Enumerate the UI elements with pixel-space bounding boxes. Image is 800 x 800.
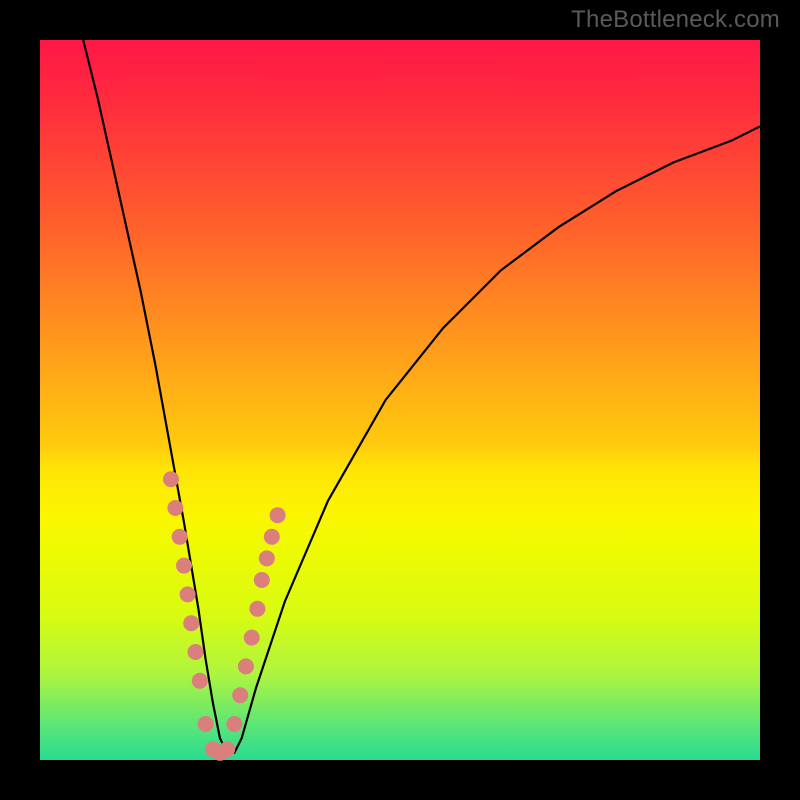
marker-dot (259, 550, 275, 566)
marker-dot (254, 572, 270, 588)
marker-dot (226, 716, 242, 732)
marker-dot (249, 601, 265, 617)
marker-dot (219, 741, 235, 757)
marker-dot (232, 687, 248, 703)
marker-dot (167, 500, 183, 516)
marker-dot (192, 673, 208, 689)
marker-dot (180, 586, 196, 602)
marker-dot (183, 615, 199, 631)
marker-dot (198, 716, 214, 732)
marker-dot (264, 529, 280, 545)
marker-dot (244, 630, 260, 646)
marker-dot (172, 529, 188, 545)
curve-layer (40, 40, 760, 760)
marker-dot (270, 507, 286, 523)
marker-dot (163, 471, 179, 487)
chart-frame: TheBottleneck.com (0, 0, 800, 800)
marker-dot (188, 644, 204, 660)
highlighted-markers (163, 471, 286, 761)
plot-area (40, 40, 760, 760)
marker-dot (176, 558, 192, 574)
watermark-text: TheBottleneck.com (571, 6, 780, 34)
marker-dot (238, 658, 254, 674)
bottleneck-curve (83, 40, 760, 753)
